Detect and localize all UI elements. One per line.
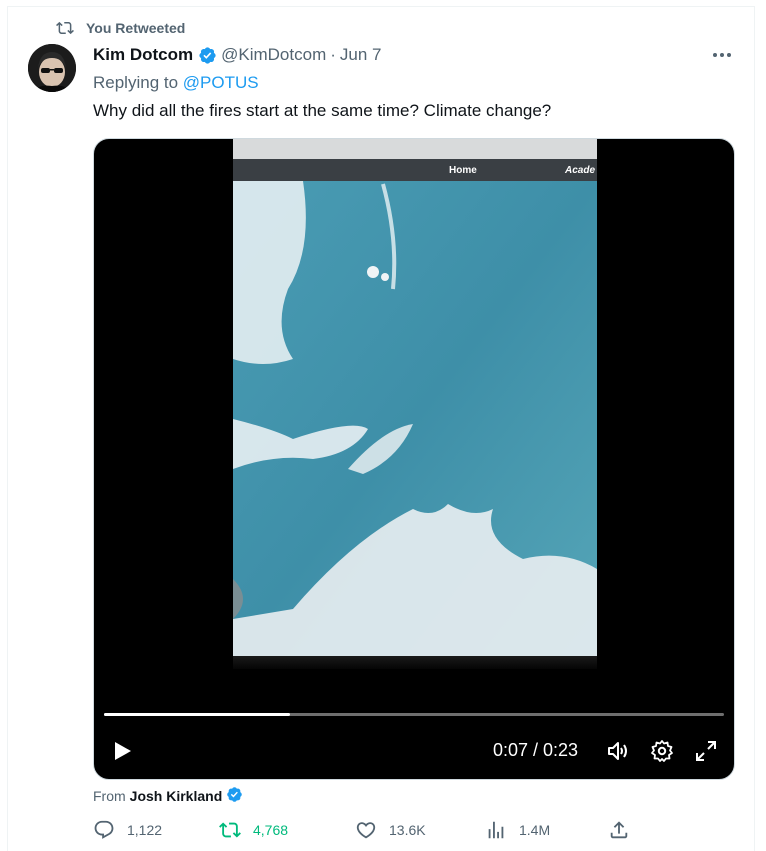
reply-count: 1,122 (127, 822, 163, 838)
video-progress-fill (104, 713, 290, 716)
like-count: 13.6K (389, 822, 426, 838)
share-icon (608, 819, 630, 841)
avatar[interactable] (28, 44, 76, 92)
fullscreen-icon[interactable] (694, 739, 718, 763)
more-icon[interactable] (710, 47, 734, 63)
verified-badge-icon (198, 46, 217, 65)
tweet-date[interactable]: Jun 7 (340, 45, 382, 65)
retweet-icon (219, 819, 241, 841)
reply-context: Replying to @POTUS (93, 73, 259, 93)
tweet-text: Why did all the fires start at the same … (93, 101, 552, 120)
reply-button[interactable]: 1,122 (93, 819, 162, 841)
frame-label-acade: Acade (564, 165, 595, 176)
verified-badge-icon (226, 786, 243, 806)
video-frame[interactable]: Home Acade (233, 139, 597, 669)
retweet-count: 4,768 (253, 822, 289, 838)
retweet-label: You Retweeted (86, 20, 186, 36)
retweet-button[interactable]: 4,768 (219, 819, 288, 841)
play-icon[interactable] (110, 739, 134, 763)
source-name[interactable]: Josh Kirkland (130, 788, 223, 804)
reply-icon (93, 819, 115, 841)
separator-dot: · (330, 45, 336, 64)
source-prefix: From (93, 788, 126, 804)
video-progress-bar[interactable] (104, 713, 724, 716)
video-source: From Josh Kirkland (93, 786, 243, 806)
video-player[interactable]: Home Acade 0:07 / 0:23 (93, 138, 735, 780)
volume-icon[interactable] (606, 739, 630, 763)
author-name[interactable]: Kim Dotcom (93, 45, 193, 65)
author-handle[interactable]: @KimDotcom (221, 45, 326, 65)
frame-label-home: Home (449, 165, 477, 176)
tweet-header: Kim Dotcom @KimDotcom · Jun 7 (93, 45, 382, 65)
share-button[interactable] (608, 819, 630, 841)
views-button[interactable]: 1.4M (485, 819, 550, 841)
settings-icon[interactable] (650, 739, 674, 763)
like-button[interactable]: 13.6K (355, 819, 426, 841)
like-icon (355, 819, 377, 841)
retweet-context: You Retweeted (56, 19, 185, 37)
retweet-icon (56, 19, 74, 37)
tweet-actions: 1,122 4,768 13.6K 1.4M (93, 819, 653, 843)
reply-mention-link[interactable]: @POTUS (183, 73, 259, 92)
video-timecode: 0:07 / 0:23 (493, 740, 579, 760)
views-icon (485, 819, 507, 841)
reply-prefix: Replying to (93, 73, 179, 92)
views-count: 1.4M (519, 822, 551, 838)
tweet-card[interactable]: You Retweeted Kim Dotcom @KimDotcom · Ju… (7, 6, 755, 851)
